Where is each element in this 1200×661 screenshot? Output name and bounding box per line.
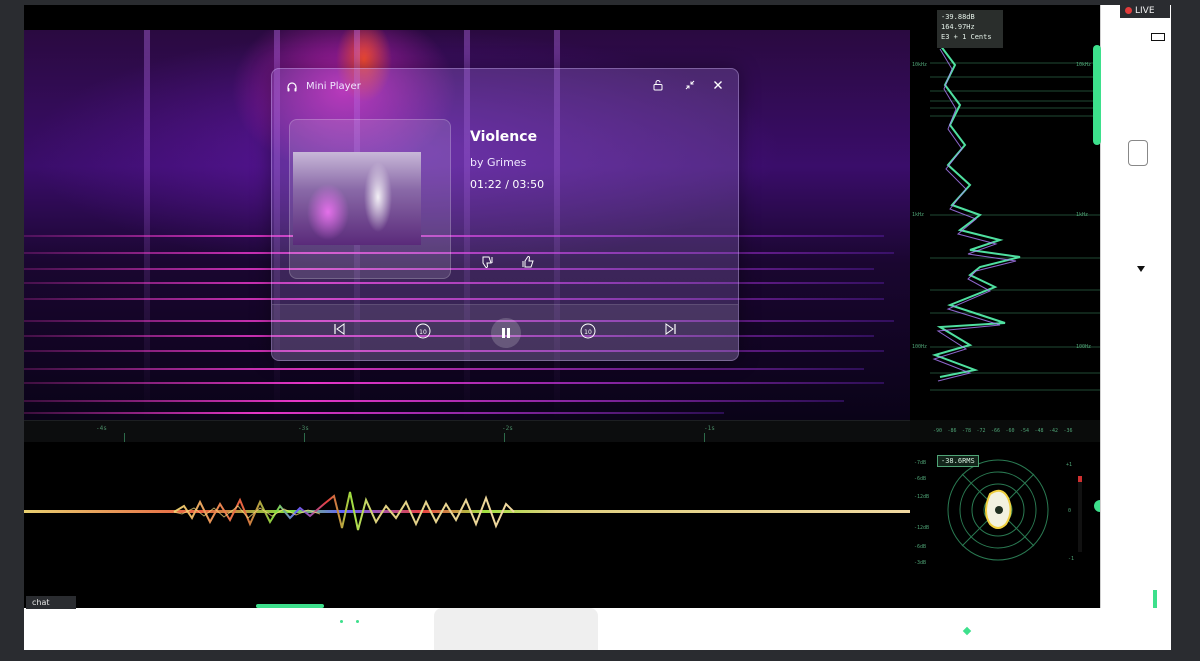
db-tick-label: -36 <box>1063 428 1073 434</box>
elapsed-time: 01:22 <box>470 178 502 191</box>
time-axis: -4s -3s -2s -1s <box>24 420 910 444</box>
freq-label: 100Hz <box>1076 344 1092 350</box>
db-tick-label: -48 <box>1034 428 1044 434</box>
chat-tab[interactable]: chat <box>26 596 76 609</box>
freq-label: 10kHz <box>912 62 928 68</box>
spectrogram-band <box>24 382 884 384</box>
readout-hz: 164.97Hz <box>941 23 975 31</box>
pitch-readout: -39.88dB 164.97Hz E3 + 1 Cents <box>937 10 1003 48</box>
time-tick-label: -4s <box>96 425 107 432</box>
meter-db-label: -12dB <box>914 494 930 500</box>
spectrogram-band <box>24 400 844 402</box>
readout-db: -39.88dB <box>941 13 975 21</box>
time-tick-label: -3s <box>298 425 309 432</box>
track-title: Violence <box>470 129 538 145</box>
meter-db-label: -6dB <box>914 544 927 550</box>
window-icon[interactable] <box>1151 33 1165 41</box>
bottom-dot <box>356 620 359 623</box>
db-tick-label: -54 <box>1020 428 1030 434</box>
db-tick-label: -42 <box>1049 428 1059 434</box>
skip-forward-icon[interactable]: 10 <box>577 322 599 344</box>
collapse-icon[interactable] <box>682 79 698 95</box>
db-tick-label: -90 <box>933 428 943 434</box>
meter-scale-label: 0 <box>1068 508 1072 514</box>
headphones-icon <box>286 81 298 93</box>
freq-label: 100Hz <box>912 344 928 350</box>
frequency-trace <box>930 44 1100 391</box>
unlock-icon[interactable] <box>650 79 666 95</box>
playback-controls: 10 10 <box>272 304 738 361</box>
meter-db-label: -6dB <box>914 476 927 482</box>
thumbs-up-icon[interactable] <box>518 254 538 274</box>
sparkle-icon <box>962 626 972 636</box>
live-label: LIVE <box>1135 6 1155 16</box>
previous-track-icon[interactable] <box>328 322 350 344</box>
spectrogram-streak <box>144 30 150 420</box>
spectrogram-band <box>24 412 724 414</box>
time-tick-label: -1s <box>704 425 715 432</box>
spectrogram-band <box>24 368 864 370</box>
meter-scale-label: +1 <box>1066 462 1073 468</box>
track-time: 01:22 / 03:50 <box>470 178 544 191</box>
db-tick-label: -60 <box>1005 428 1015 434</box>
bottom-overlay-strip <box>24 604 1170 650</box>
db-tick-label: -86 <box>947 428 957 434</box>
track-duration: 03:50 <box>512 178 545 191</box>
meter-db-label: -7dB <box>914 460 927 466</box>
frequency-analyzer <box>910 5 1100 420</box>
bottom-tab-shape <box>434 608 598 650</box>
freq-label: 1kHz <box>1076 212 1089 218</box>
readout-note: E3 + 1 Cents <box>941 33 992 41</box>
live-dot-icon <box>1125 7 1132 14</box>
db-tick-label: -72 <box>976 428 986 434</box>
live-badge: LIVE <box>1120 5 1170 18</box>
skip-forward-seconds: 10 <box>584 329 592 336</box>
mini-player-window: Mini Player Violence by Grimes 01:22 / 0… <box>271 68 739 361</box>
meter-db-label: -3dB <box>914 560 927 566</box>
meter-scale-label: -1 <box>1068 556 1075 562</box>
panel-button[interactable] <box>1128 140 1148 166</box>
skip-back-seconds: 10 <box>419 329 427 336</box>
meter-db-label: -12dB <box>914 525 930 531</box>
waveform-graphic <box>24 491 910 531</box>
thumbs-down-icon[interactable] <box>478 254 498 274</box>
rms-readout: -38.6RMS <box>937 455 979 467</box>
db-tick-label: -78 <box>962 428 972 434</box>
bottom-dot <box>340 620 343 623</box>
diamond-marker-icon <box>1137 266 1145 272</box>
freq-label: 10kHz <box>1076 62 1092 68</box>
album-art <box>293 152 421 245</box>
side-accent <box>1093 45 1101 145</box>
pause-button[interactable] <box>491 318 521 348</box>
close-icon[interactable] <box>710 79 726 95</box>
mini-player-header: Mini Player <box>272 69 738 105</box>
freq-label: 1kHz <box>912 212 925 218</box>
time-tick-label: -2s <box>502 425 513 432</box>
time-separator: / <box>505 178 509 191</box>
bottom-accent <box>256 604 324 608</box>
track-artist: by Grimes <box>470 156 527 169</box>
db-tick-label: -66 <box>991 428 1001 434</box>
overlay-side-panel <box>1093 5 1171 650</box>
skip-back-icon[interactable]: 10 <box>412 322 434 344</box>
mini-player-title: Mini Player <box>306 81 361 92</box>
waveform <box>24 442 910 608</box>
next-track-icon[interactable] <box>660 322 682 344</box>
